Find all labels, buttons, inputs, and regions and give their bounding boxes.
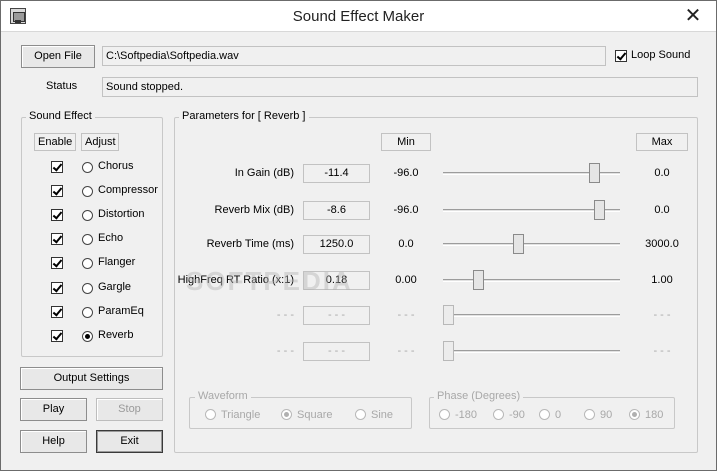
phase-option-label: -180 bbox=[455, 409, 478, 421]
phase-radio[interactable] bbox=[629, 409, 640, 420]
phase-radio[interactable] bbox=[584, 409, 595, 420]
close-button[interactable]: ✕ bbox=[670, 1, 716, 31]
param-value-field: 1250.0 bbox=[303, 235, 370, 254]
param-value-field: -8.6 bbox=[303, 201, 370, 220]
param-value-field: - - - bbox=[303, 342, 370, 361]
status-field: Sound stopped. bbox=[102, 77, 698, 97]
param-max-value: 3000.0 bbox=[645, 238, 679, 250]
status-label: Status bbox=[46, 80, 78, 92]
output-settings-button[interactable]: Output Settings bbox=[20, 367, 163, 390]
title-bar[interactable]: Sound Effect Maker ✕ bbox=[1, 1, 716, 32]
phase-radio[interactable] bbox=[493, 409, 504, 420]
play-button[interactable]: Play bbox=[20, 398, 87, 421]
effect-adjust-radio[interactable] bbox=[82, 330, 93, 342]
effect-enable-checkbox[interactable] bbox=[51, 257, 63, 270]
param-max-value: 0.0 bbox=[654, 167, 670, 179]
min-header: Min bbox=[381, 133, 431, 151]
effect-label: Distortion bbox=[98, 208, 145, 221]
param-label: - - - bbox=[276, 345, 294, 357]
effect-label: Gargle bbox=[98, 280, 132, 293]
param-slider-track[interactable] bbox=[443, 243, 620, 246]
param-slider-thumb[interactable] bbox=[594, 200, 606, 220]
waveform-group-title: Waveform bbox=[195, 390, 251, 402]
effect-label: Flanger bbox=[98, 256, 136, 269]
effect-label: Chorus bbox=[98, 160, 134, 172]
effect-enable-checkbox[interactable] bbox=[51, 185, 63, 198]
param-slider-thumb[interactable] bbox=[443, 305, 454, 325]
effect-adjust-radio[interactable] bbox=[82, 162, 93, 173]
phase-group-title: Phase (Degrees) bbox=[434, 390, 524, 402]
watermark: SOFTPEDIA bbox=[186, 266, 353, 296]
waveform-option-label: Triangle bbox=[221, 409, 261, 421]
phase-option-label: 180 bbox=[645, 409, 664, 421]
param-min-value: 0.00 bbox=[395, 274, 417, 286]
effect-enable-checkbox[interactable] bbox=[51, 209, 63, 222]
effect-adjust-radio[interactable] bbox=[82, 306, 93, 318]
param-min-value: -96.0 bbox=[393, 167, 419, 179]
stop-button[interactable]: Stop bbox=[96, 398, 163, 421]
open-file-button[interactable]: Open File bbox=[21, 45, 95, 68]
sound-effect-group-title: Sound Effect bbox=[26, 110, 95, 122]
phase-option-label: 90 bbox=[600, 409, 613, 421]
param-slider-thumb[interactable] bbox=[443, 341, 454, 361]
param-min-value: - - - bbox=[397, 309, 415, 321]
phase-option-label: 0 bbox=[555, 409, 562, 421]
effect-label: Reverb bbox=[98, 328, 134, 341]
effect-label: Compressor bbox=[98, 184, 158, 197]
waveform-option-label: Sine bbox=[371, 409, 394, 421]
waveform-option-label: Square bbox=[297, 409, 333, 421]
param-label: - - - bbox=[276, 309, 294, 321]
loop-sound-checkbox[interactable] bbox=[615, 50, 627, 62]
effect-label: ParamEq bbox=[98, 304, 144, 317]
effect-enable-checkbox[interactable] bbox=[51, 161, 63, 173]
phase-radio[interactable] bbox=[439, 409, 450, 420]
param-value-field: - - - bbox=[303, 306, 370, 325]
max-header: Max bbox=[636, 133, 688, 151]
param-value-field: -11.4 bbox=[303, 164, 370, 183]
param-label: Reverb Time (ms) bbox=[206, 238, 294, 250]
parameters-group-title: Parameters for [ Reverb ] bbox=[179, 110, 309, 122]
param-slider-track[interactable] bbox=[443, 279, 620, 282]
loop-sound-label: Loop Sound bbox=[631, 49, 691, 61]
waveform-radio[interactable] bbox=[205, 409, 216, 420]
param-max-value: - - - bbox=[653, 309, 671, 321]
param-label: In Gain (dB) bbox=[234, 167, 294, 179]
phase-option-label: -90 bbox=[509, 409, 525, 421]
param-slider-track[interactable] bbox=[443, 350, 620, 353]
app-window: Sound Effect Maker ✕ Open File C:\Softpe… bbox=[0, 0, 717, 471]
param-max-value: - - - bbox=[653, 345, 671, 357]
param-slider-thumb[interactable] bbox=[512, 234, 524, 254]
adjust-header: Adjust bbox=[81, 133, 119, 151]
window-title: Sound Effect Maker bbox=[292, 8, 425, 25]
param-max-value: 0.0 bbox=[654, 204, 670, 216]
enable-header: Enable bbox=[34, 133, 76, 151]
param-max-value: 1.00 bbox=[651, 274, 673, 286]
file-path-field: C:\Softpedia\Softpedia.wav bbox=[102, 46, 606, 66]
exit-button[interactable]: Exit bbox=[96, 430, 163, 453]
effect-enable-checkbox[interactable] bbox=[51, 329, 63, 342]
param-min-value: - - - bbox=[397, 345, 415, 357]
phase-radio[interactable] bbox=[539, 409, 550, 420]
waveform-radio[interactable] bbox=[355, 409, 366, 420]
effect-enable-checkbox[interactable] bbox=[51, 281, 63, 294]
param-slider-thumb[interactable] bbox=[472, 270, 484, 290]
help-button[interactable]: Help bbox=[20, 430, 87, 453]
effect-enable-checkbox[interactable] bbox=[51, 305, 63, 318]
waveform-radio[interactable] bbox=[281, 409, 292, 420]
param-slider-track[interactable] bbox=[443, 314, 620, 317]
effect-enable-checkbox[interactable] bbox=[51, 233, 63, 246]
param-label: Reverb Mix (dB) bbox=[214, 204, 294, 216]
effect-adjust-radio[interactable] bbox=[82, 282, 93, 294]
param-slider-thumb[interactable] bbox=[589, 163, 601, 183]
effect-label: Echo bbox=[98, 232, 124, 245]
param-min-value: 0.0 bbox=[398, 238, 414, 250]
param-min-value: -96.0 bbox=[393, 204, 419, 216]
